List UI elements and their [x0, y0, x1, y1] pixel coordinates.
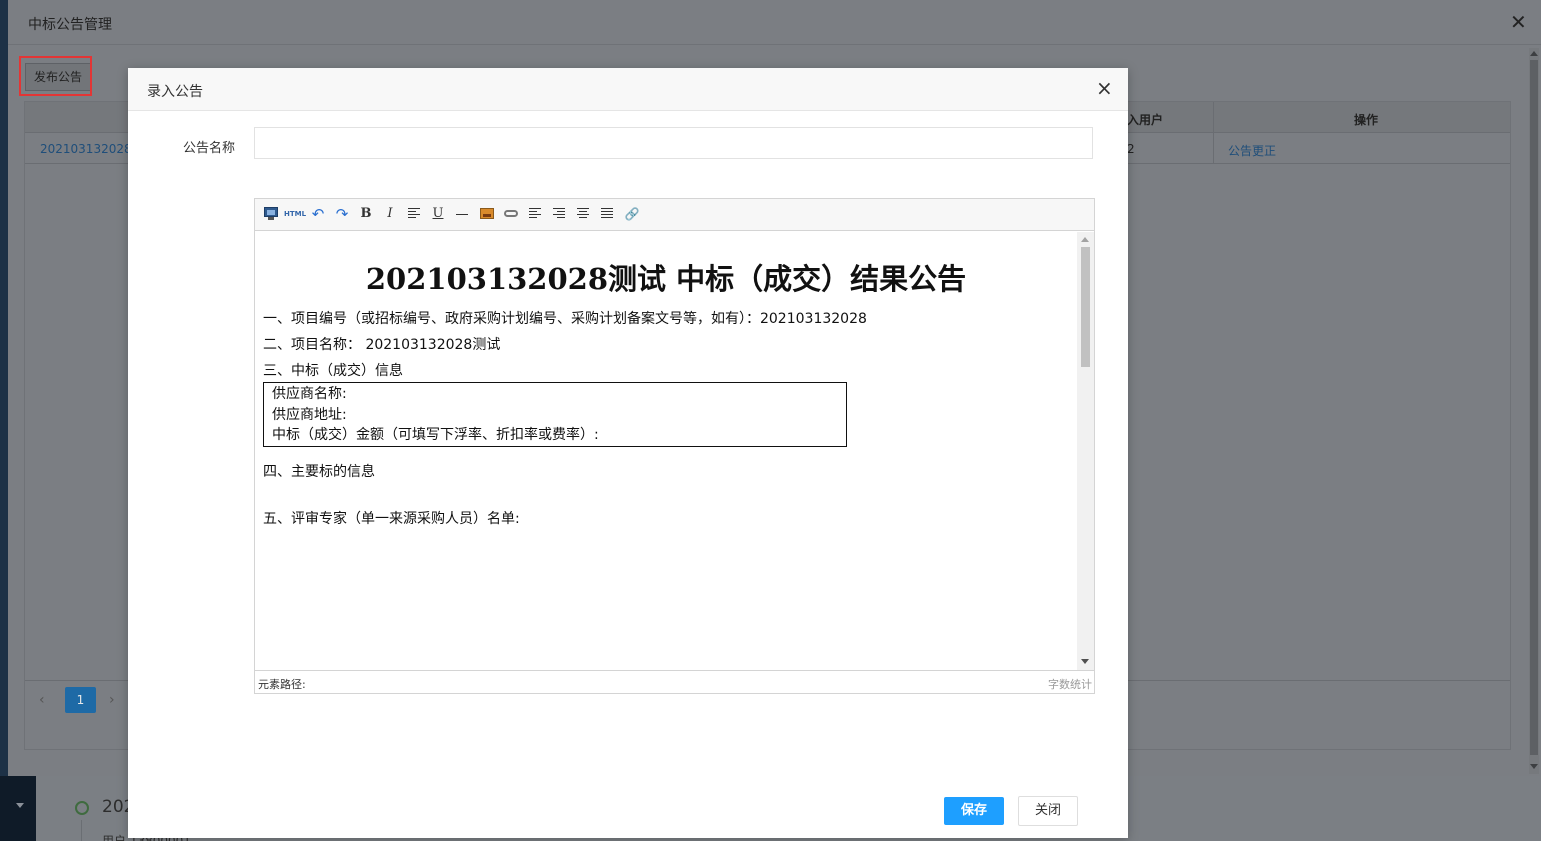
next-page-icon[interactable]: ›: [109, 692, 115, 708]
align-right-icon[interactable]: [553, 208, 565, 218]
link-icon[interactable]: [504, 210, 518, 217]
project-code-link[interactable]: 202103132028: [40, 142, 132, 156]
correct-announcement-link[interactable]: 公告更正: [1228, 142, 1276, 159]
supplier-name-field: 供应商名称:: [272, 386, 347, 402]
highlight-box: [19, 56, 92, 96]
close-button[interactable]: 关闭: [1018, 796, 1078, 826]
align-center-icon[interactable]: [577, 208, 589, 218]
scroll-up-icon[interactable]: [1081, 237, 1089, 242]
prev-page-icon[interactable]: ‹: [39, 692, 45, 708]
announcement-name-label: 公告名称: [183, 141, 236, 156]
word-count-label[interactable]: 字数统计: [1048, 676, 1092, 692]
timeline-line: [81, 820, 82, 841]
scroll-down-icon[interactable]: [1081, 659, 1089, 664]
redo-icon[interactable]: ↷: [333, 205, 351, 223]
caret-down-icon: [16, 803, 24, 808]
document-title: 202103132028测试 中标（成交）结果公告: [365, 262, 967, 296]
outer-dialog-title: 中标公告管理: [28, 17, 112, 33]
rich-text-editor: HTML ↶ ↷ B I U 🔗 202103132028测试 中标（成交）结果…: [254, 198, 1095, 694]
editor-scrollbar[interactable]: [1077, 232, 1094, 670]
image-icon[interactable]: [480, 208, 494, 219]
scroll-up-icon[interactable]: [1530, 51, 1538, 56]
close-icon[interactable]: ×: [1096, 78, 1113, 98]
document-line-project-number: 一、项目编号（或招标编号、政府采购计划编号、采购计划备案文号等，如有）：2021…: [263, 311, 867, 327]
justify-icon[interactable]: [601, 208, 613, 218]
underline-icon[interactable]: U: [430, 205, 446, 223]
modal-title: 录入公告: [147, 84, 203, 100]
save-button[interactable]: 保存: [944, 797, 1004, 825]
format-icon[interactable]: [408, 208, 420, 218]
editor-toolbar: HTML ↶ ↷ B I U 🔗: [255, 199, 1094, 231]
page-number-button[interactable]: 1: [65, 687, 96, 713]
document-line-award-info: 三、中标（成交）信息: [263, 363, 403, 379]
scroll-thumb[interactable]: [1081, 247, 1090, 367]
timeline-circle-icon: [75, 801, 89, 815]
column-header-user: 入用户: [1127, 113, 1164, 127]
undo-icon[interactable]: ↶: [309, 205, 327, 223]
modal-header: 录入公告 ×: [128, 68, 1128, 111]
horizontal-rule-icon[interactable]: [456, 214, 468, 215]
document-line-project-name: 二、项目名称： 202103132028测试: [263, 337, 501, 353]
document-line-main-subject: 四、主要标的信息: [263, 464, 375, 480]
element-path-label: 元素路径:: [258, 678, 306, 691]
scroll-thumb[interactable]: [1530, 60, 1538, 755]
award-amount-field: 中标（成交）金额（可填写下浮率、折扣率或费率）:: [272, 427, 599, 443]
html-icon[interactable]: HTML: [284, 205, 306, 223]
attachment-icon[interactable]: 🔗: [623, 205, 641, 223]
bold-icon[interactable]: B: [358, 205, 374, 223]
sidebar-collapse-button[interactable]: [0, 776, 36, 841]
announcement-name-input[interactable]: [254, 127, 1093, 159]
close-icon[interactable]: ✕: [1510, 12, 1527, 32]
scroll-down-icon[interactable]: [1530, 764, 1538, 769]
editor-content[interactable]: 202103132028测试 中标（成交）结果公告 一、项目编号（或招标编号、政…: [255, 232, 1077, 670]
background-sidebar: [0, 0, 8, 841]
supplier-info-box: 供应商名称: 供应商地址: 中标（成交）金额（可填写下浮率、折扣率或费率）:: [263, 382, 847, 447]
align-left-icon[interactable]: [529, 208, 541, 218]
entry-announcement-modal: 录入公告 × 公告名称 HTML ↶ ↷ B I U 🔗 20210313202…: [128, 68, 1128, 838]
italic-icon[interactable]: I: [382, 205, 398, 223]
user-cell: 2: [1127, 142, 1135, 156]
outer-dialog-header: 中标公告管理 ✕: [8, 0, 1541, 45]
supplier-address-field: 供应商地址:: [272, 406, 347, 423]
editor-statusbar: 元素路径: 字数统计: [255, 670, 1094, 693]
column-header-operations: 操作: [1354, 113, 1379, 127]
source-icon[interactable]: [264, 207, 278, 220]
document-line-experts: 五、评审专家（单一来源采购人员）名单:: [263, 511, 520, 527]
outer-scrollbar[interactable]: [1529, 48, 1539, 774]
